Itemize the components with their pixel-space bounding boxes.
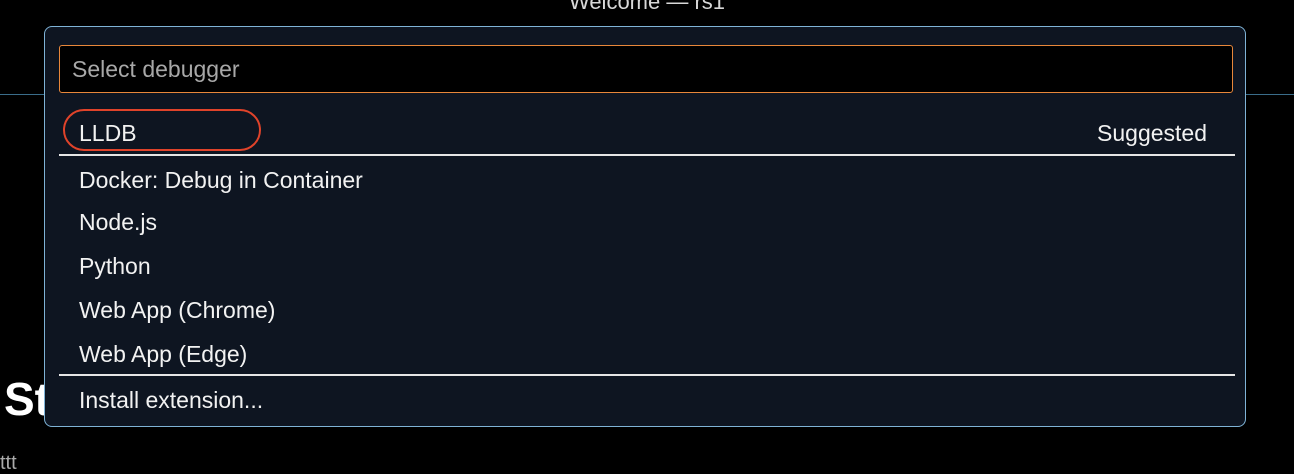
- window-title: Welcome — rs1: [568, 0, 726, 14]
- suggested-badge: Suggested: [1097, 120, 1207, 146]
- debugger-item-nodejs[interactable]: Node.js: [59, 200, 1233, 244]
- separator: [59, 154, 1235, 156]
- debugger-item-web-app-edge[interactable]: Web App (Edge): [59, 332, 1233, 376]
- debugger-item-label: Node.js: [79, 209, 157, 235]
- debugger-item-web-app-chrome[interactable]: Web App (Chrome): [59, 288, 1233, 332]
- install-extension-item[interactable]: Install extension...: [59, 378, 1233, 422]
- debugger-item-python[interactable]: Python: [59, 244, 1233, 288]
- debugger-item-lldb[interactable]: LLDB Suggested: [59, 111, 1233, 155]
- debugger-item-label: Web App (Edge): [79, 341, 248, 367]
- background-subtext: ttt: [0, 452, 17, 474]
- select-debugger-input[interactable]: [59, 45, 1233, 93]
- debugger-item-label: Web App (Chrome): [79, 297, 276, 323]
- debugger-item-label: Python: [79, 253, 151, 279]
- debugger-item-docker[interactable]: Docker: Debug in Container: [59, 158, 1233, 202]
- separator: [59, 374, 1235, 376]
- select-debugger-quick-pick: LLDB Suggested Docker: Debug in Containe…: [44, 26, 1246, 427]
- install-extension-label: Install extension...: [79, 387, 264, 413]
- debugger-item-label: Docker: Debug in Container: [79, 167, 363, 193]
- debugger-item-label: LLDB: [79, 120, 137, 146]
